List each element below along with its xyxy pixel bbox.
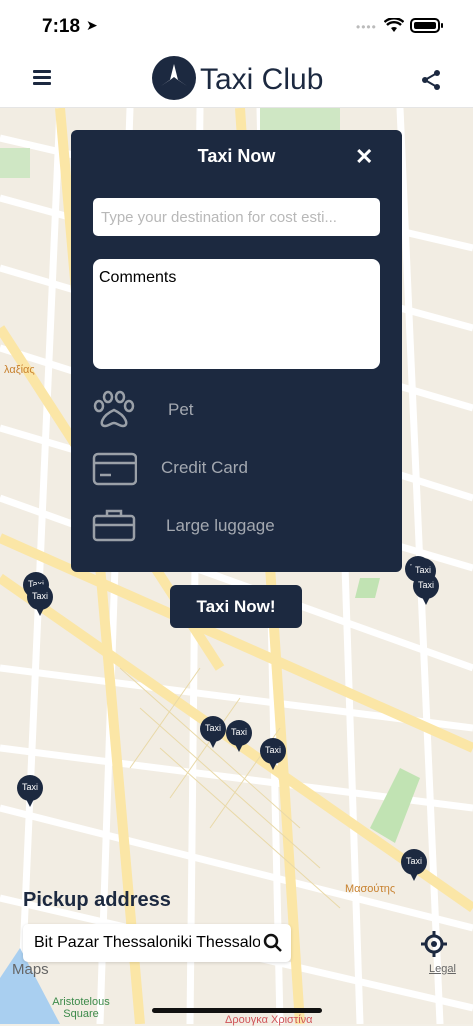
taxi-marker[interactable]: Taxi — [200, 716, 226, 750]
taxi-marker[interactable]: Taxi — [226, 720, 252, 754]
legal-link[interactable]: Legal — [429, 963, 456, 975]
hamburger-menu-icon[interactable] — [33, 70, 51, 86]
location-arrow-icon: ➤ — [86, 17, 98, 33]
paw-icon — [93, 390, 135, 428]
destination-input[interactable] — [93, 198, 380, 236]
option-credit-card[interactable]: Credit Card — [91, 448, 371, 488]
map-poi-label: λαξίας — [4, 364, 35, 376]
map-poi-label: Δρουγκα Χριστίνα — [225, 1014, 313, 1026]
maps-attribution: Maps — [12, 961, 49, 978]
option-large-luggage[interactable]: Large luggage — [91, 506, 371, 546]
signal-icon: •••• — [356, 20, 377, 34]
option-label: Large luggage — [166, 516, 275, 535]
taxi-club-logo — [152, 56, 196, 100]
pickup-address-title: Pickup address — [23, 889, 171, 911]
map-poi-label: Μασούτης — [345, 883, 396, 895]
app-title: Taxi Club — [200, 63, 324, 96]
option-label: Credit Card — [161, 458, 248, 477]
home-indicator — [152, 1008, 322, 1013]
pickup-address-field[interactable]: Bit Pazar Thessaloniki Thessaloniki — [23, 924, 291, 962]
option-label: Pet — [168, 400, 194, 419]
option-pet[interactable]: Pet — [91, 390, 371, 430]
search-icon[interactable] — [263, 933, 283, 953]
status-bar: 7:18 ➤ •••• — [0, 0, 473, 52]
taxi-marker[interactable]: Taxi — [413, 573, 439, 607]
share-icon[interactable] — [420, 69, 442, 91]
briefcase-icon — [92, 509, 136, 542]
taxi-marker[interactable]: Taxi — [17, 775, 43, 809]
taxi-marker[interactable]: Taxi — [27, 584, 53, 618]
taxi-marker[interactable]: Taxi — [260, 738, 286, 772]
comments-input[interactable]: Comments — [93, 259, 380, 369]
battery-icon — [410, 18, 443, 33]
app-header: Taxi Club — [0, 52, 473, 108]
taxi-marker[interactable]: Taxi — [401, 849, 427, 883]
locate-me-icon[interactable] — [420, 930, 448, 958]
wifi-icon — [384, 18, 404, 32]
taxi-now-button[interactable]: Taxi Now! — [170, 585, 302, 628]
pickup-address-value: Bit Pazar Thessaloniki Thessaloniki — [34, 934, 260, 951]
status-time: 7:18 — [42, 16, 81, 37]
taxi-now-dialog: Taxi Now ✕ Comments Pet Credit Card — [71, 130, 402, 572]
map-poi-label: Aristotelous Square — [52, 996, 110, 1020]
dialog-title: Taxi Now — [197, 146, 276, 166]
credit-card-icon — [92, 452, 137, 486]
close-icon[interactable]: ✕ — [355, 144, 373, 170]
